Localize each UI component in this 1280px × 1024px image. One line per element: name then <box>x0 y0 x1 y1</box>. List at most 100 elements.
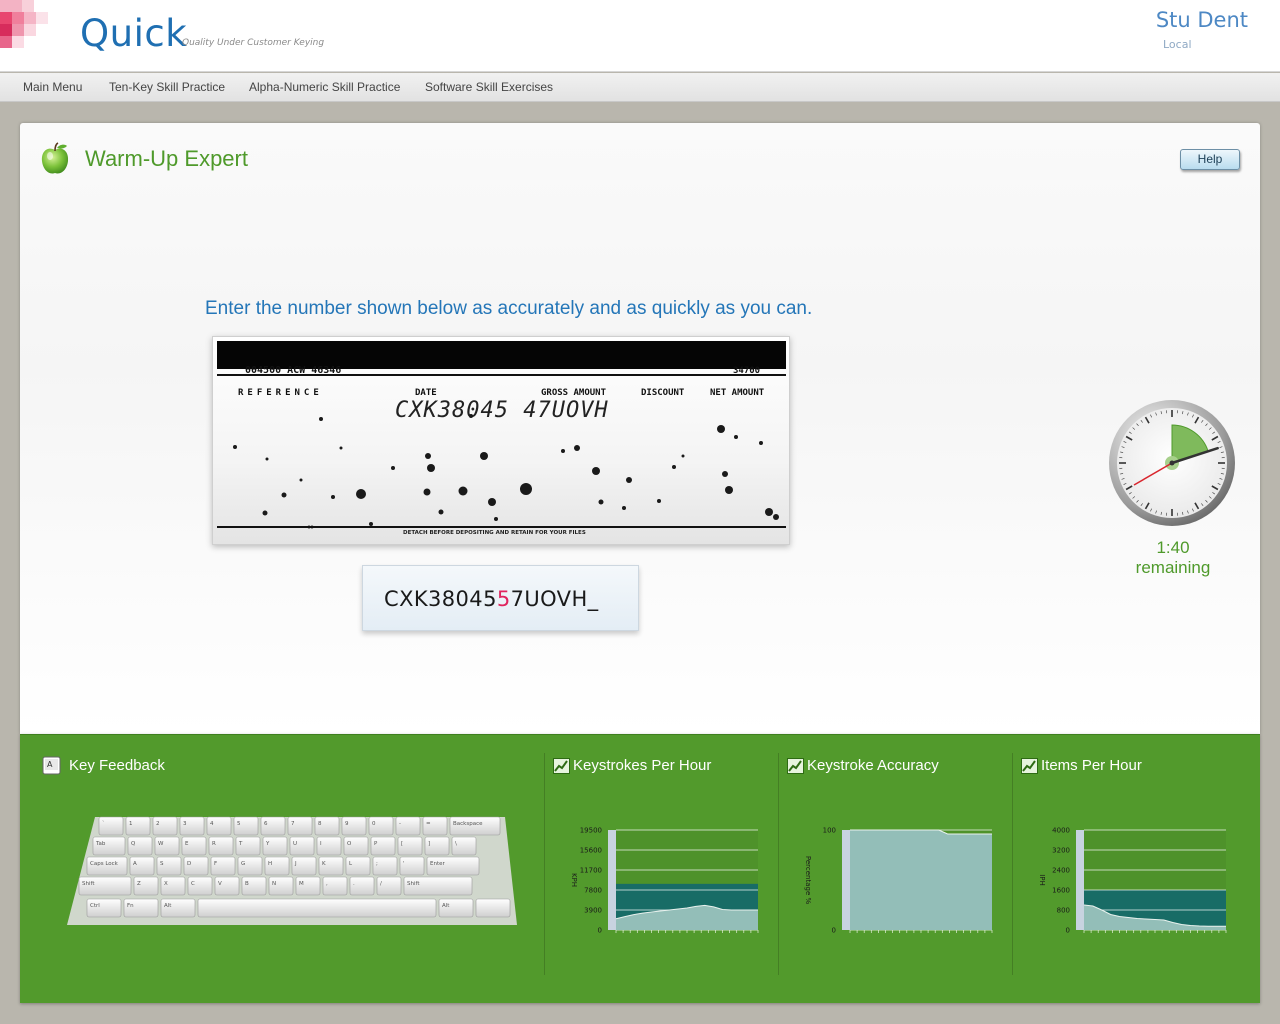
nav-main-menu[interactable]: Main Menu <box>23 80 82 94</box>
keyboard-key-label: N <box>272 881 276 887</box>
accuracy-chart-title: Keystroke Accuracy <box>807 757 939 774</box>
keyboard-key-label: A <box>133 861 137 867</box>
main-nav: Main Menu Ten-Key Skill Practice Alpha-N… <box>0 73 1280 102</box>
nav-ten-key-skill-practice[interactable]: Ten-Key Skill Practice <box>109 80 225 94</box>
keyboard-key-label: K <box>322 861 326 867</box>
chart-y-tick-label: 800 <box>1057 907 1070 915</box>
stats-divider <box>778 753 779 975</box>
chart-trend-icon <box>553 758 570 774</box>
svg-text:A: A <box>47 760 53 769</box>
keyboard-key-label: 8 <box>318 821 322 827</box>
keyboard-key-label: . <box>353 881 355 887</box>
doc-col-gross: GROSS AMOUNT <box>541 388 607 398</box>
keyboard-key-label: Tab <box>95 841 106 847</box>
key-icon: A <box>42 756 61 775</box>
chart-y-tick-label: 100 <box>823 827 836 835</box>
keyboard-key-label: Z <box>137 881 141 887</box>
keyboard-key-label: Shift <box>407 881 420 887</box>
keyboard-key <box>475 898 511 918</box>
chart-y-tick-label: 3900 <box>584 907 602 915</box>
keyboard-key-label: ` <box>102 821 105 827</box>
keyboard-key-label: X <box>164 881 168 887</box>
keyboard-key-label: Q <box>131 841 136 847</box>
keyboard-key-label: D <box>187 861 191 867</box>
chart-y-tick-label: 7800 <box>584 887 602 895</box>
keyboard-key-label: 0 <box>372 821 376 827</box>
chart-trend-icon <box>1021 758 1038 774</box>
keyboard-key-label: F <box>214 861 217 867</box>
keyboard-key-label: 6 <box>264 821 268 827</box>
keyboard-key-label: [ <box>401 841 403 847</box>
chart-axis-bar <box>1076 830 1084 930</box>
keyboard-key-label: 5 <box>237 821 241 827</box>
keystrokes-per-hour-chart: 19500 15600 11700 7800 3900 0 KPH <box>570 827 759 935</box>
chart-y-tick-label: 4000 <box>1052 827 1070 835</box>
green-apple-icon <box>41 142 69 174</box>
nav-software-skill-exercises[interactable]: Software Skill Exercises <box>425 80 553 94</box>
keyboard-key-label: 3 <box>183 821 187 827</box>
doc-col-reference: REFERENCE <box>238 388 323 398</box>
keyboard-key-label: Enter <box>430 861 446 867</box>
keyboard-key-label: Ctrl <box>90 903 100 909</box>
keyboard-key-label: 7 <box>291 821 295 827</box>
chart-y-tick-label: 19500 <box>580 827 602 835</box>
help-button[interactable]: Help <box>1180 149 1240 170</box>
keyboard-key-label: \ <box>455 841 457 847</box>
doc-col-discount: DISCOUNT <box>641 388 685 398</box>
keyboard-key-label: Backspace <box>453 821 483 827</box>
entry-text-remaining: 7UOVH_ <box>510 587 599 611</box>
user-name[interactable]: Stu Dent <box>1156 8 1248 32</box>
nav-alpha-numeric-skill-practice[interactable]: Alpha-Numeric Skill Practice <box>249 80 400 94</box>
brand-name: Quick <box>80 12 188 55</box>
keyboard-key-label: R <box>212 841 216 847</box>
keyboard-key-label: , <box>326 881 328 887</box>
keyboard-key-label: ] <box>428 841 430 847</box>
entry-text-error-char: 5 <box>496 587 511 611</box>
answer-entry-field[interactable]: CXK3804557UOVH_ <box>362 565 639 631</box>
keyboard-key-label: ; <box>376 861 378 867</box>
keyboard-key-label: S <box>160 861 164 867</box>
stats-panel: A Key Feedback ` 1 2 3 4 5 6 7 8 9 0 - = Backspace Tab… <box>20 734 1260 1003</box>
keyboard-key-label: H <box>268 861 272 867</box>
document-scan: 004500 ACW 46346 34700 REFERENCE DATE GR… <box>217 341 786 536</box>
chart-y-tick-label: 1600 <box>1052 887 1070 895</box>
doc-col-date: DATE <box>415 388 437 398</box>
answer-entry-text: CXK3804557UOVH_ <box>384 587 599 611</box>
keyboard-key-label: Y <box>265 841 270 847</box>
chart-axis-bar <box>842 830 850 930</box>
keyboard-key-label: Alt <box>442 903 450 909</box>
items-per-hour-chart: 4000 3200 2400 1600 800 0 IPH <box>1038 827 1227 935</box>
timer-clock-icon <box>1109 400 1235 526</box>
chart-y-tick-label: 15600 <box>580 847 602 855</box>
keyboard-key-label: 2 <box>156 821 160 827</box>
kph-chart-title: Keystrokes Per Hour <box>573 757 712 774</box>
keyboard-key-label: E <box>185 841 189 847</box>
chart-axis-bar <box>608 830 616 930</box>
keyboard-key-label: Caps Lock <box>90 861 119 867</box>
chart-y-axis-label: KPH <box>570 873 578 887</box>
keyboard-key-label: 4 <box>210 821 214 827</box>
stats-divider <box>544 753 545 975</box>
key-feedback-title: Key Feedback <box>69 757 165 774</box>
keyboard-key-label: W <box>158 841 164 847</box>
chart-area-series <box>850 830 992 930</box>
keyboard-spacebar <box>197 898 437 918</box>
exercise-panel: Warm-Up Expert Help Enter the number sho… <box>20 123 1260 734</box>
chart-y-tick-label: 0 <box>832 927 836 935</box>
chart-y-tick-label: 0 <box>598 927 602 935</box>
keyboard-key-label: Alt <box>164 903 172 909</box>
exercise-title: Warm-Up Expert <box>85 146 248 171</box>
source-document-image: 004500 ACW 46346 34700 REFERENCE DATE GR… <box>212 336 790 545</box>
stats-divider <box>1012 753 1013 975</box>
brand-logo-mosaic <box>0 0 60 52</box>
keyboard-key-label: Shift <box>82 881 95 887</box>
keyboard-key-label: C <box>191 881 195 887</box>
keystroke-accuracy-chart: 100 0 Percentage % <box>804 827 993 935</box>
keyboard-key-label: G <box>241 861 245 867</box>
keyboard-key-label: 9 <box>345 821 349 827</box>
keyboard-key-label: Fn <box>127 903 134 909</box>
doc-noise-specks <box>233 414 779 529</box>
chart-y-axis-label: IPH <box>1038 874 1046 886</box>
entry-text-correct: CXK38045 <box>384 587 497 611</box>
instruction-text: Enter the number shown below as accurate… <box>205 298 813 319</box>
